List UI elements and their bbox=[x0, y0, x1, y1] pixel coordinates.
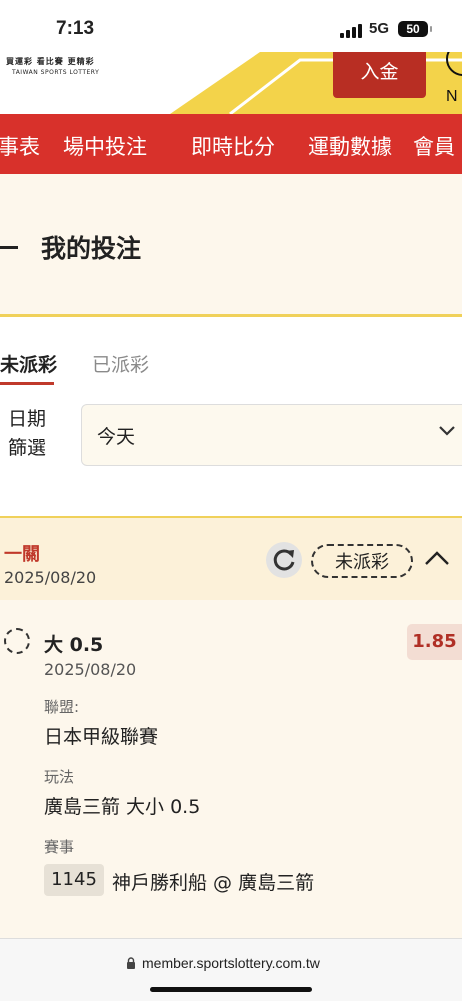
main-nav: 事表 場中投注 即時比分 運動數據 會員 bbox=[0, 114, 462, 174]
market-label: 玩法 bbox=[44, 768, 75, 786]
home-indicator[interactable] bbox=[150, 987, 312, 992]
page-title: 我的投注 bbox=[41, 234, 142, 263]
nav-item-live-betting[interactable]: 場中投注 bbox=[63, 131, 147, 161]
league-value: 日本甲級聯賽 bbox=[44, 726, 159, 748]
tab-unsettled[interactable]: 未派彩 bbox=[0, 350, 57, 377]
date-filter-select[interactable]: 今天 bbox=[81, 404, 462, 466]
tab-settled[interactable]: 已派彩 bbox=[92, 350, 149, 377]
refresh-icon bbox=[273, 549, 295, 571]
browser-url-bar[interactable]: member.sportslottery.com.tw bbox=[0, 938, 462, 1001]
battery-icon: 50 bbox=[398, 21, 432, 37]
nav-item-live-scores[interactable]: 即時比分 bbox=[191, 131, 275, 161]
lock-icon bbox=[127, 957, 135, 969]
deposit-button[interactable]: 入金 bbox=[333, 52, 426, 98]
nav-item-schedule[interactable]: 事表 bbox=[0, 131, 40, 161]
market-value: 廣島三箭 大小 0.5 bbox=[44, 796, 201, 818]
nav-item-sports-data[interactable]: 運動數據 bbox=[308, 131, 392, 161]
date-filter-label: 日期篩選 bbox=[8, 408, 47, 459]
refresh-button[interactable] bbox=[266, 542, 302, 578]
selection-date: 2025/08/20 bbox=[44, 660, 137, 679]
selection-name: 大 0.5 bbox=[44, 634, 104, 656]
signal-icon bbox=[340, 24, 362, 38]
match-code-badge: 1145 bbox=[44, 864, 104, 896]
url-text[interactable]: member.sportslottery.com.tw bbox=[142, 955, 320, 971]
chevron-up-icon[interactable] bbox=[424, 550, 450, 566]
nav-item-member[interactable]: 會員 bbox=[413, 131, 455, 161]
title-dash bbox=[0, 246, 18, 249]
user-initial[interactable]: N bbox=[446, 88, 458, 106]
chevron-down-icon bbox=[439, 426, 455, 436]
league-label: 聯盟: bbox=[44, 698, 80, 716]
site-header: 買運彩 看比賽 更精彩 TAIWAN SPORTS LOTTERY 入金 N bbox=[0, 52, 462, 114]
odds-badge: 1.85 bbox=[407, 624, 462, 660]
date-filter-value: 今天 bbox=[97, 426, 136, 448]
status-bar: 7:13 5G 50 bbox=[0, 0, 462, 52]
bet-type: 一關 bbox=[4, 544, 40, 565]
match-name: 神戶勝利船 @ 廣島三箭 bbox=[112, 872, 315, 894]
network-type: 5G bbox=[369, 20, 390, 37]
pending-status-icon bbox=[4, 628, 30, 654]
bet-card-header[interactable]: 一關 2025/08/20 未派彩 bbox=[0, 516, 462, 602]
active-tab-indicator bbox=[0, 382, 54, 385]
clock: 7:13 bbox=[56, 18, 95, 39]
status-badge: 未派彩 bbox=[311, 544, 413, 578]
bet-card-body: 大 0.5 2025/08/20 1.85 聯盟: 日本甲級聯賽 玩法 廣島三箭… bbox=[0, 600, 462, 938]
bet-date: 2025/08/20 bbox=[4, 568, 97, 587]
match-label: 賽事 bbox=[44, 838, 75, 856]
logo-slogan[interactable]: 買運彩 看比賽 更精彩 bbox=[6, 56, 95, 67]
logo-text[interactable]: TAIWAN SPORTS LOTTERY bbox=[12, 69, 99, 76]
